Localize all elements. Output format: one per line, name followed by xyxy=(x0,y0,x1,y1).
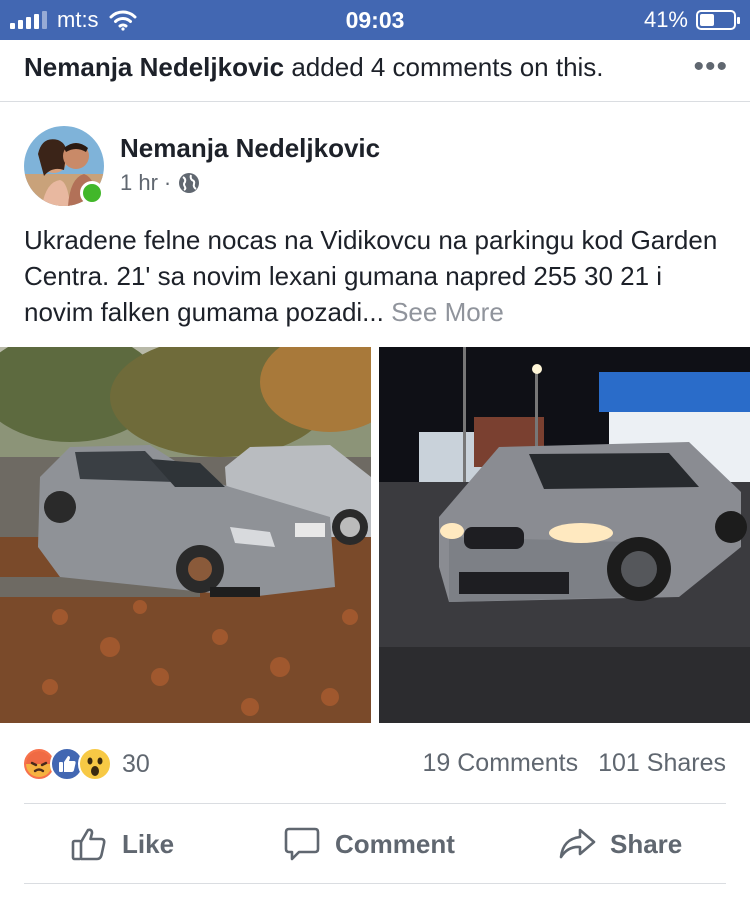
reaction-summary[interactable]: 30 xyxy=(22,746,150,782)
meta-separator: · xyxy=(163,170,172,195)
like-button[interactable]: Like xyxy=(70,806,174,882)
online-status-indicator xyxy=(80,181,104,205)
divider xyxy=(24,883,726,884)
share-label: Share xyxy=(610,828,683,859)
post-meta: 1 hr · xyxy=(120,170,201,196)
post-text: Ukradene felne nocas na Vidikovcu na par… xyxy=(24,225,718,327)
shares-count-link[interactable]: 101 Shares xyxy=(598,749,726,778)
post-timestamp[interactable]: 1 hr xyxy=(120,170,158,196)
ellipsis-icon[interactable]: ••• xyxy=(693,50,728,84)
post-actions: Like Comment Share xyxy=(0,806,750,882)
wow-icon xyxy=(78,747,112,781)
post-photo-1[interactable] xyxy=(0,347,371,723)
activity-text: Nemanja Nedeljkovic added 4 comments on … xyxy=(24,52,604,83)
post-photo-2[interactable] xyxy=(379,347,750,723)
clock: 09:03 xyxy=(345,7,405,33)
divider xyxy=(24,803,726,804)
battery-percent: 41% xyxy=(643,7,688,32)
comments-count-link[interactable]: 19 Comments xyxy=(423,749,579,778)
globe-icon xyxy=(179,173,200,193)
engagement-stats: 19 Comments 101 Shares xyxy=(423,749,727,778)
post-author-name[interactable]: Nemanja Nedeljkovic xyxy=(120,133,380,164)
comment-label: Comment xyxy=(335,828,455,859)
activity-actor[interactable]: Nemanja Nedeljkovic xyxy=(24,52,284,82)
reaction-count: 30 xyxy=(122,749,150,778)
share-arrow-icon xyxy=(559,828,596,859)
like-label: Like xyxy=(122,828,175,859)
activity-action: added 4 comments on this. xyxy=(284,52,604,82)
activity-notice: Nemanja Nedeljkovic added 4 comments on … xyxy=(0,40,750,102)
share-button[interactable]: Share xyxy=(558,806,682,882)
status-bar: mt:s 09:03 41% xyxy=(0,0,750,40)
battery-icon xyxy=(696,10,740,30)
thumbs-up-icon xyxy=(71,828,106,861)
comment-button[interactable]: Comment xyxy=(283,806,455,882)
see-more-link[interactable]: See More xyxy=(391,297,504,327)
post-body: Ukradene felne nocas na Vidikovcu na par… xyxy=(24,222,730,330)
status-right: 41% xyxy=(643,6,740,34)
comment-bubble-icon xyxy=(284,827,320,861)
